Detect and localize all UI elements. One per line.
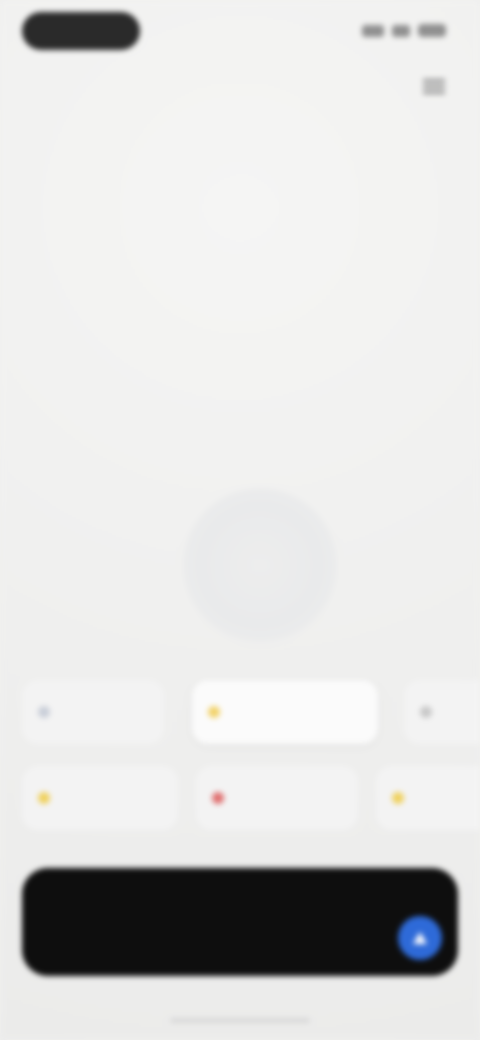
chip-icon — [38, 706, 50, 718]
chip-icon — [212, 792, 224, 804]
hero — [40, 130, 440, 148]
status-time — [22, 12, 140, 50]
status-icons — [362, 24, 446, 37]
chip-icon — [38, 792, 50, 804]
chip-icon — [420, 706, 432, 718]
send-button[interactable] — [398, 916, 442, 960]
suggestion-chip[interactable] — [376, 766, 480, 830]
wifi-icon — [392, 24, 410, 37]
suggestion-chip[interactable] — [196, 766, 358, 830]
home-indicator — [170, 1018, 310, 1023]
battery-icon — [418, 24, 446, 37]
suggestion-chip[interactable] — [22, 766, 178, 830]
suggestion-chip[interactable] — [192, 680, 378, 744]
menu-icon — [423, 76, 445, 96]
message-input[interactable] — [22, 868, 458, 976]
status-bar — [0, 0, 480, 60]
app-screen — [0, 0, 480, 1040]
send-icon — [413, 932, 427, 944]
menu-button[interactable] — [416, 68, 452, 104]
signal-icon — [362, 24, 384, 37]
suggestion-chip[interactable] — [404, 680, 480, 744]
suggestion-chip[interactable] — [22, 680, 164, 744]
assistant-orb[interactable] — [183, 488, 337, 642]
chip-icon — [208, 706, 220, 718]
chip-icon — [392, 792, 404, 804]
